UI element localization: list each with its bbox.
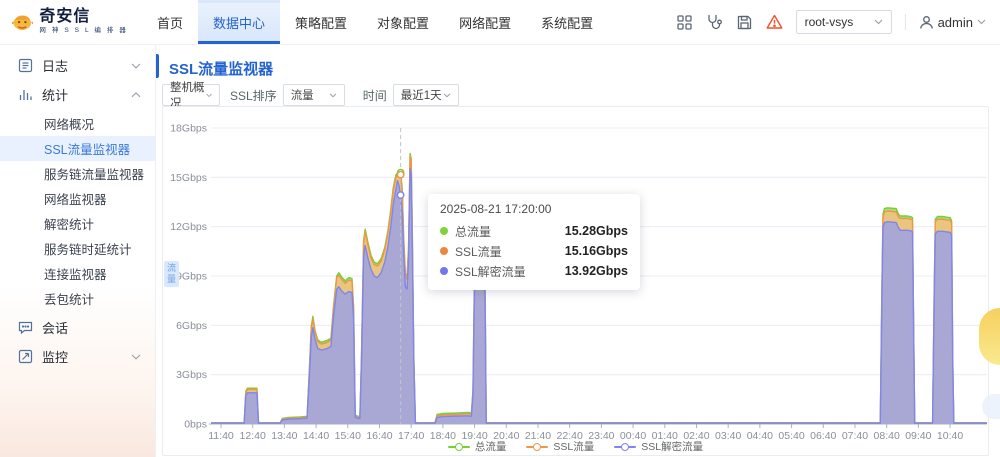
y-axis-title: 流量	[164, 261, 179, 287]
sidebar: 日志 统计 网络概况 SSL流量监视器 服务链流量监视器 网络监视器 解密统计 …	[0, 45, 156, 457]
sidebar-item-network-monitor[interactable]: 网络监视器	[0, 186, 155, 211]
user-icon	[919, 15, 934, 30]
chevron-down-icon	[443, 93, 451, 98]
legend-item-ssl-traffic[interactable]: SSL流量	[526, 439, 594, 454]
app-logo: 奇安信 网 神 S S L 编 排 器	[0, 0, 128, 44]
tooltip-dot	[440, 247, 448, 255]
time-label: 时间	[363, 87, 387, 104]
chevron-down-icon	[874, 19, 883, 25]
tooltip-row: SSL流量 15.16Gbps	[440, 241, 628, 261]
session-icon	[18, 320, 33, 335]
chart-legend: 总流量 SSL流量 SSL解密流量	[163, 439, 988, 454]
chevron-up-icon	[131, 92, 141, 98]
legend-marker-icon	[614, 442, 636, 451]
sidebar-group-logs[interactable]: 日志	[0, 51, 155, 80]
chart-tooltip: 2025-08-21 17:20:00 总流量 15.28Gbps SSL流量 …	[428, 194, 640, 290]
tooltip-timestamp: 2025-08-21 17:20:00	[440, 202, 628, 216]
chevron-down-icon	[206, 93, 212, 98]
chevron-down-icon	[329, 93, 337, 98]
svg-text:0bps: 0bps	[184, 419, 207, 431]
legend-marker-icon	[526, 442, 548, 451]
legend-item-total-traffic[interactable]: 总流量	[448, 439, 507, 454]
brand-subtitle: 网 神 S S L 编 排 器	[39, 28, 128, 35]
sort-select[interactable]: 流量	[283, 84, 345, 106]
stats-icon	[18, 87, 33, 102]
sidebar-item-service-chain-traffic[interactable]: 服务链流量监视器	[0, 161, 155, 186]
navbar-right-tools: root-vsys admin	[676, 0, 1000, 44]
sidebar-item-network-overview[interactable]: 网络概况	[0, 111, 155, 136]
monitor-icon	[18, 349, 33, 364]
sidebar-item-packet-loss-stats[interactable]: 丢包统计	[0, 286, 155, 311]
page-title: SSL流量监视器	[169, 58, 273, 79]
main-menu: 首页 数据中心 策略配置 对象配置 网络配置 系统配置	[142, 0, 608, 44]
svg-text:6Gbps: 6Gbps	[176, 320, 207, 332]
chevron-down-icon	[977, 19, 986, 25]
chevron-down-icon	[131, 354, 141, 360]
tooltip-dot	[440, 267, 448, 275]
svg-text:3Gbps: 3Gbps	[176, 369, 207, 381]
statistics-submenu: 网络概况 SSL流量监视器 服务链流量监视器 网络监视器 解密统计 服务链时延统…	[0, 109, 155, 313]
tooltip-row: SSL解密流量 13.92Gbps	[440, 261, 628, 281]
user-menu[interactable]: admin	[919, 15, 986, 30]
title-accent-bar	[156, 54, 159, 78]
nav-item-object-config[interactable]: 对象配置	[362, 0, 444, 44]
save-icon[interactable]	[736, 14, 753, 31]
legend-marker-icon	[448, 442, 470, 451]
divider	[905, 14, 906, 30]
sidebar-item-ssl-traffic-monitor[interactable]: SSL流量监视器	[0, 136, 155, 161]
sidebar-group-monitoring[interactable]: 监控	[0, 342, 155, 371]
svg-text:18Gbps: 18Gbps	[170, 123, 207, 135]
nav-item-policy-config[interactable]: 策略配置	[280, 0, 362, 44]
svg-text:15Gbps: 15Gbps	[170, 172, 207, 184]
sidebar-group-statistics[interactable]: 统计	[0, 80, 155, 109]
main-panel: SSL流量监视器 整机概况 SSL排序 流量 时间 最近1天 11:4012:4…	[156, 45, 1000, 457]
diagnose-icon[interactable]	[706, 14, 723, 31]
nav-item-home[interactable]: 首页	[142, 0, 198, 44]
tooltip-dot	[440, 227, 448, 235]
filter-bar: 整机概况 SSL排序 流量 时间 最近1天	[162, 84, 459, 106]
svg-text:9Gbps: 9Gbps	[176, 271, 207, 283]
tiger-logo-icon	[12, 9, 33, 36]
legend-item-ssl-decrypt-traffic[interactable]: SSL解密流量	[614, 439, 703, 454]
svg-text:12Gbps: 12Gbps	[170, 221, 207, 233]
scope-select[interactable]: 整机概况	[162, 84, 220, 106]
sidebar-item-connection-monitor[interactable]: 连接监视器	[0, 261, 155, 286]
vsys-select[interactable]: root-vsys	[796, 10, 892, 34]
nav-item-network-config[interactable]: 网络配置	[444, 0, 526, 44]
nav-item-data-center[interactable]: 数据中心	[198, 0, 280, 44]
tooltip-row: 总流量 15.28Gbps	[440, 221, 628, 241]
time-select[interactable]: 最近1天	[393, 84, 459, 106]
edge-dock-handle-yellow[interactable]	[979, 308, 1000, 365]
sidebar-item-decrypt-stats[interactable]: 解密统计	[0, 211, 155, 236]
sidebar-item-service-chain-latency[interactable]: 服务链时延统计	[0, 236, 155, 261]
log-icon	[18, 58, 33, 73]
apps-grid-icon[interactable]	[676, 14, 693, 31]
top-navbar: 奇安信 网 神 S S L 编 排 器 首页 数据中心 策略配置 对象配置 网络…	[0, 0, 1000, 45]
nav-item-system-config[interactable]: 系统配置	[526, 0, 608, 44]
sort-label: SSL排序	[230, 87, 277, 104]
sidebar-group-sessions[interactable]: 会话	[0, 313, 155, 342]
edge-dock-handle-blue[interactable]	[982, 394, 1000, 419]
chevron-down-icon	[131, 63, 141, 69]
brand-title: 奇安信	[39, 9, 128, 25]
alarm-icon[interactable]	[766, 14, 783, 31]
